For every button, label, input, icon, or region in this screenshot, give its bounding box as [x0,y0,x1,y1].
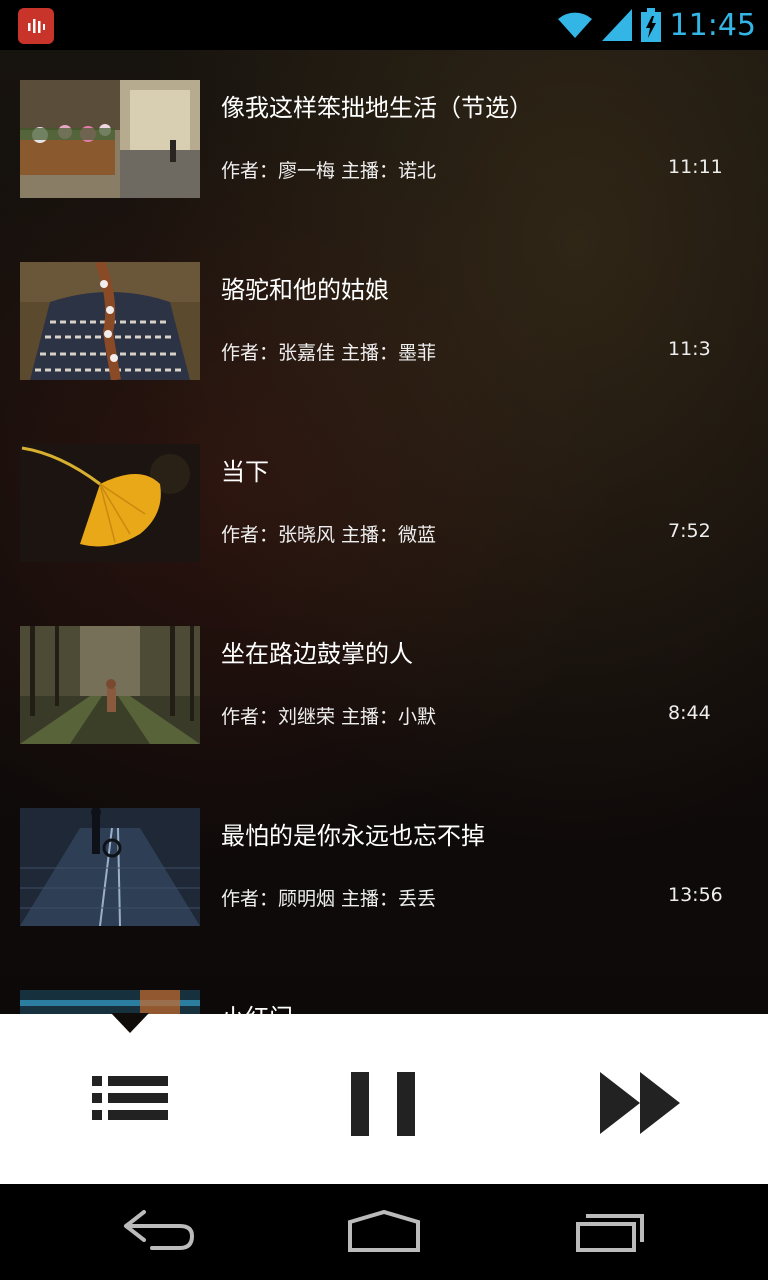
home-button[interactable] [346,1202,422,1266]
thumbnail-street-flowers [20,80,200,198]
recents-icon [576,1214,644,1252]
list-item[interactable]: 最怕的是你永远也忘不掉 作者：顾明烟 主播：丢丢 13:56 [0,778,768,960]
playlist-icon [92,1076,168,1120]
status-clock: 11:45 [669,7,756,43]
pause-button[interactable] [351,1072,417,1142]
battery-charging-icon [640,8,661,42]
thumbnail-ginkgo-leaf [20,444,200,562]
pause-icon [351,1072,415,1136]
item-duration: 11:3 [668,338,711,360]
item-title: 当下 [221,458,269,486]
playlist-indicator-caret [111,1013,149,1033]
list-item[interactable]: 骆驼和他的姑娘 作者：张嘉佳 主播：墨菲 11:3 [0,232,768,414]
player-bar [0,1013,768,1184]
item-meta: 作者：张晓风 主播：微蓝 [221,524,437,546]
list-item[interactable]: 坐在路边鼓掌的人 作者：刘继荣 主播：小默 8:44 [0,596,768,778]
status-bar: 11:45 [0,0,768,50]
item-meta: 作者：刘继荣 主播：小默 [221,706,437,728]
wifi-icon [557,12,592,38]
list-item[interactable]: 像我这样笨拙地生活（节选） 作者：廖一梅 主播：诺北 11:11 [0,50,768,232]
thumbnail-braided-hair [20,262,200,380]
item-title: 像我这样笨拙地生活（节选） [221,94,533,122]
item-meta: 作者：张嘉佳 主播：墨菲 [221,342,437,364]
item-meta: 作者：顾明烟 主播：丢丢 [221,888,437,910]
item-meta: 作者：廖一梅 主播：诺北 [221,160,437,182]
list-item[interactable]: 小红门 [0,960,768,1014]
item-title: 最怕的是你永远也忘不掉 [221,822,485,850]
item-duration: 11:11 [668,156,723,178]
item-title: 小红门 [221,998,293,1014]
home-icon [348,1209,420,1252]
playlist[interactable]: 像我这样笨拙地生活（节选） 作者：廖一梅 主播：诺北 11:11 骆驼和他的姑娘… [0,50,768,1014]
next-icon [600,1072,680,1134]
app-notification-icon [18,8,54,44]
cell-signal-icon [601,9,632,41]
next-button[interactable] [600,1072,682,1140]
back-button[interactable] [122,1202,196,1266]
item-duration: 7:52 [668,520,711,542]
item-title: 坐在路边鼓掌的人 [221,640,413,668]
list-item[interactable]: 当下 作者：张晓风 主播：微蓝 7:52 [0,414,768,596]
recents-button[interactable] [574,1202,648,1266]
playlist-button[interactable] [90,1074,170,1138]
item-title: 骆驼和他的姑娘 [221,276,389,304]
back-icon [124,1210,195,1250]
item-duration: 8:44 [668,702,711,724]
thumbnail-forest-path [20,626,200,744]
item-duration: 13:56 [668,884,723,906]
system-nav-bar [0,1184,768,1280]
thumbnail-rainy-street [20,808,200,926]
thumbnail-blue-city [20,990,200,1014]
